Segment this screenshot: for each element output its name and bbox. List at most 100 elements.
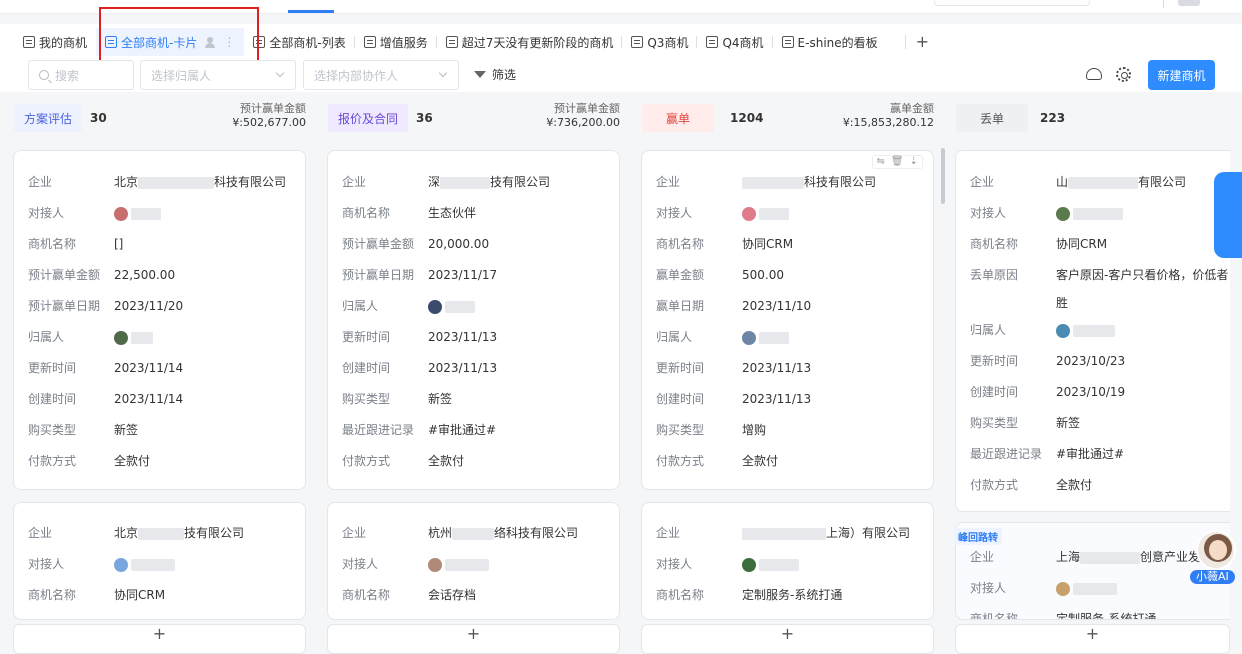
opportunity-card[interactable]: 企业 北京 科技有限公司 对接人 商机名称 [] 预计赢单金额 22,500.00 预计…: [13, 150, 306, 490]
opportunity-card[interactable]: 企业 杭州 络科技有限公司 对接人 商机名称 会话存档: [327, 502, 620, 620]
card-status-tag: 峰回路转: [954, 528, 1002, 545]
add-card-button[interactable]: +: [327, 624, 620, 654]
field-label: 预计赢单日期: [28, 299, 101, 313]
stage-amount-value: ¥:502,677.00: [232, 116, 306, 129]
field-value: 2023/11/13: [742, 392, 812, 406]
field-row: 对接人: [28, 205, 305, 221]
field-value: 定制服务-系统打通: [1056, 612, 1157, 620]
field-value: 定制服务-系统打通: [742, 588, 843, 602]
field-label: 商机名称: [970, 612, 1019, 620]
field-label: 对接人: [28, 557, 65, 571]
field-row: 预计赢单日期 2023/11/17: [342, 267, 619, 283]
field-value: 2023/11/10: [742, 299, 812, 313]
field-row: 企业 北京 技有限公司: [28, 525, 305, 541]
field-value: 协同CRM: [114, 588, 166, 602]
avatar: [428, 557, 442, 572]
opportunity-card[interactable]: 企业 深 技有限公司 商机名称 生态伙伴 预计赢单金额 20,000.00 预计赢单日期…: [327, 150, 620, 490]
opportunity-card[interactable]: 企业 山 有限公司 对接人 商机名称 协同CRM 丢单原因 客户原因-客户只看价格，价低…: [955, 150, 1230, 512]
opportunity-card[interactable]: 企业 上海）有限公司 对接人 商机名称 定制服务-系统打通: [641, 502, 934, 620]
tab-all-opportunities-list[interactable]: 全部商机-列表: [244, 28, 355, 56]
field-value: 2023/11/13: [742, 361, 812, 375]
cloud-download-icon[interactable]: [1086, 68, 1102, 80]
field-row: 购买类型 新签: [28, 422, 305, 438]
tab-value-added[interactable]: 增值服务: [355, 28, 437, 56]
list-icon: [363, 36, 376, 48]
field-label: 归属人: [28, 330, 65, 344]
pin-icon[interactable]: ⇣: [910, 156, 918, 168]
add-card-button[interactable]: +: [13, 624, 306, 654]
redacted-block: [759, 207, 789, 220]
side-drawer-tab[interactable]: [1214, 172, 1242, 258]
contact-value: [742, 556, 799, 572]
tab-eshine-board[interactable]: E-shine的看板: [773, 28, 887, 56]
stage-tag[interactable]: 赢单: [642, 104, 715, 132]
redacted-block: [759, 331, 789, 344]
stage-amount: 赢单金额 ¥:15,853,280.12: [843, 102, 934, 130]
add-card-button[interactable]: +: [641, 624, 934, 654]
collaborator-select[interactable]: 选择内部协作人: [303, 60, 459, 90]
redacted-block: [742, 527, 826, 540]
field-label: 企业: [970, 175, 995, 189]
ai-assistant-label[interactable]: 小薇AI: [1190, 570, 1235, 584]
new-opportunity-button[interactable]: 新建商机: [1148, 60, 1215, 90]
field-label: 创建时间: [342, 361, 391, 375]
field-label: 付款方式: [28, 454, 77, 468]
owner-value: [1056, 322, 1115, 338]
stage-tag[interactable]: 报价及合同: [328, 104, 409, 132]
avatar: [428, 299, 442, 314]
stage-header-evaluation: 方案评估 30 预计赢单金额 ¥:502,677.00: [14, 102, 306, 134]
add-card-button[interactable]: +: [955, 624, 1230, 654]
gear-icon[interactable]: [1116, 67, 1131, 82]
delete-icon[interactable]: 🗑: [891, 156, 904, 168]
field-value: 2023/11/14: [114, 361, 184, 375]
contact-value: [1056, 580, 1117, 596]
opportunity-card[interactable]: 企业 北京 技有限公司 对接人 商机名称 协同CRM: [13, 502, 306, 620]
field-row: 对接人: [656, 556, 933, 572]
owner-select[interactable]: 选择归属人: [140, 60, 296, 90]
tab-label: 我的商机: [39, 35, 88, 50]
ai-assistant-avatar[interactable]: [1196, 530, 1236, 570]
user-avatar[interactable]: [1178, 0, 1200, 6]
field-label: 对接人: [656, 557, 693, 571]
stage-amount-value: ¥:15,853,280.12: [842, 116, 934, 129]
field-label: 对接人: [656, 206, 693, 220]
column-scrollbar[interactable]: [941, 148, 945, 204]
opportunity-card[interactable]: ⇋ 🗑 ⇣ 企业 科技有限公司 对接人 商机名称 协同CRM 赢单金额 500.00 赢单…: [641, 150, 934, 490]
field-label: 更新时间: [970, 354, 1019, 368]
field-row: 更新时间 2023/11/14: [28, 360, 305, 376]
redacted-block: [1073, 207, 1123, 220]
field-row: 创建时间 2023/10/19: [970, 384, 1230, 400]
stage-amount: 预计赢单金额 ¥:502,677.00: [232, 102, 306, 130]
tab-my-opportunities[interactable]: 我的商机: [14, 28, 96, 56]
search-input[interactable]: 搜索: [28, 60, 134, 90]
field-label: 购买类型: [342, 392, 391, 406]
field-value: 20,000.00: [428, 237, 490, 251]
tab-q4[interactable]: Q4商机: [697, 28, 773, 56]
stage-tag[interactable]: 丢单: [956, 104, 1029, 132]
tab-stale-7-days[interactable]: 超过7天没有更新阶段的商机: [437, 28, 623, 56]
field-label: 更新时间: [28, 361, 77, 375]
field-row: 企业 上海 创意产业发展: [970, 549, 1230, 565]
field-row: 更新时间 2023/10/23: [970, 353, 1230, 369]
tab-q3[interactable]: Q3商机: [622, 28, 698, 56]
stage-tag[interactable]: 方案评估: [14, 104, 83, 132]
field-label: 创建时间: [28, 392, 77, 406]
filter-button[interactable]: 筛选: [474, 66, 516, 83]
tab-label: 增值服务: [379, 35, 428, 50]
field-row: 企业 山 有限公司: [970, 174, 1230, 190]
contact-value: [114, 556, 175, 572]
field-row: 购买类型 增购: [656, 422, 933, 438]
field-label: 企业: [342, 526, 367, 540]
field-value: 北京 科技有限公司: [114, 174, 286, 190]
field-row: 购买类型 新签: [342, 391, 619, 407]
avatar: [114, 206, 128, 221]
field-row: 企业 杭州 络科技有限公司: [342, 525, 619, 541]
share-icon[interactable]: ⇋: [877, 156, 885, 168]
field-label: 预计赢单日期: [342, 268, 415, 282]
tab-label: 全部商机-列表: [269, 35, 346, 50]
add-tab-button[interactable]: +: [904, 34, 929, 50]
field-value: 客户原因-客户只看价格，价低者胜: [1056, 268, 1229, 310]
list-icon: [706, 36, 719, 48]
global-search-input[interactable]: [934, 0, 1090, 6]
avatar: [114, 557, 128, 572]
